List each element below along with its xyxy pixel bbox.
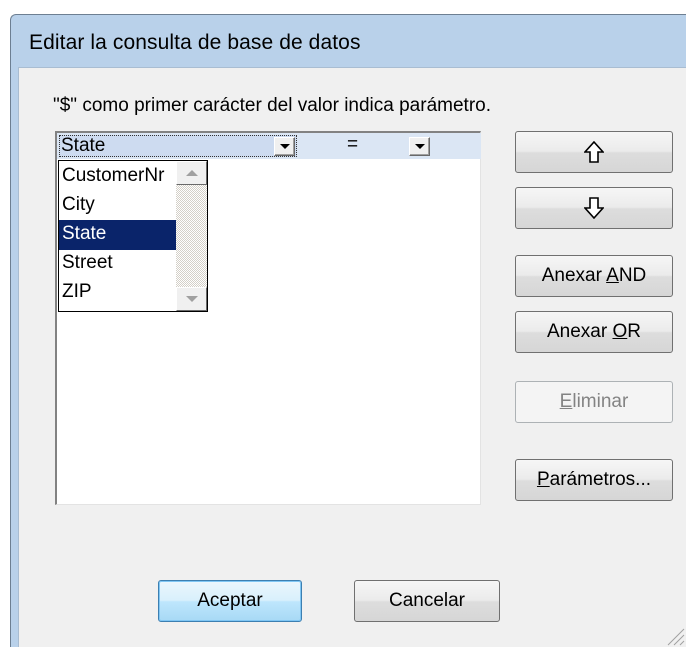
field-dropdown-list[interactable]: CustomerNr City State Street ZIP [58,160,208,312]
scroll-up-button[interactable] [176,161,207,185]
append-or-button[interactable]: Anexar OR [515,311,673,353]
move-down-button[interactable] [515,187,673,229]
condition-row[interactable]: State = [57,133,481,159]
ok-button[interactable]: Aceptar [158,580,302,622]
field-dropdown-button[interactable] [274,137,295,156]
resize-grip-icon[interactable] [663,624,685,646]
delete-label: Eliminar [559,391,629,412]
dialog-client-area: "$" como primer carácter del valor indic… [18,67,686,647]
delete-button[interactable]: Eliminar [515,381,673,423]
operator-value[interactable]: = [347,134,358,156]
parameter-hint: "$" como primer carácter del valor indic… [53,95,491,116]
ok-label: Aceptar [197,590,263,611]
arrow-down-icon [584,197,604,219]
dialog-title: Editar la consulta de base de datos [29,31,361,54]
append-or-label: Anexar OR [547,321,641,342]
query-dialog: Editar la consulta de base de datos "$" … [10,14,686,647]
move-up-button[interactable] [515,131,673,173]
parameters-button[interactable]: Parámetros... [515,459,673,501]
condition-list[interactable]: State = CustomerNr City State Street ZIP [55,131,481,505]
arrow-up-icon [584,141,604,163]
dropdown-scrollbar[interactable] [176,161,207,311]
field-option[interactable]: City [59,191,176,221]
append-and-label: Anexar AND [541,265,647,286]
field-combo-value: State [61,135,106,156]
operator-dropdown-button[interactable] [409,137,430,156]
scroll-down-button[interactable] [176,287,207,311]
parameters-label: Parámetros... [536,469,652,490]
field-option[interactable]: CustomerNr [59,162,176,192]
append-and-button[interactable]: Anexar AND [515,255,673,297]
cancel-button[interactable]: Cancelar [354,580,500,622]
field-option-selected[interactable]: State [59,220,176,250]
field-option[interactable]: Street [59,249,176,279]
field-combo[interactable]: State [59,135,297,157]
cancel-label: Cancelar [388,590,466,611]
field-option[interactable]: ZIP [59,278,176,308]
